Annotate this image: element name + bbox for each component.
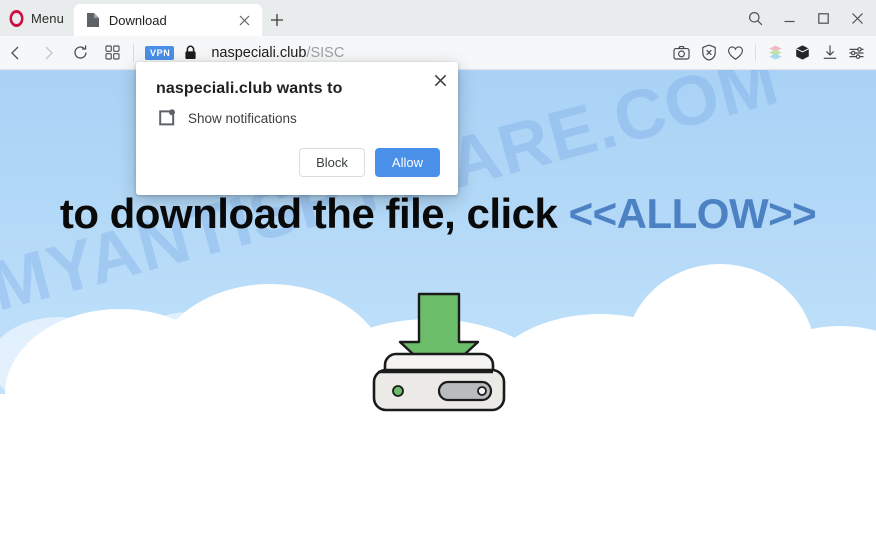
- headline-lead-text: to download the file, click: [59, 190, 558, 237]
- dialog-close-icon[interactable]: [428, 68, 452, 92]
- toolbar-divider: [755, 44, 756, 61]
- address-bar[interactable]: naspeciali.club/SISC: [211, 45, 344, 61]
- maximize-icon[interactable]: [806, 0, 840, 36]
- allow-button[interactable]: Allow: [374, 148, 440, 177]
- nav-divider: [133, 43, 134, 62]
- tab-bar-spacer: [292, 0, 738, 36]
- url-path: /SISC: [306, 44, 345, 61]
- page-headline: to download the file, click <<ALLOW>>: [0, 190, 876, 237]
- snapshot-camera-icon[interactable]: [668, 36, 695, 70]
- ad-blocker-shield-icon[interactable]: [695, 36, 722, 70]
- url-host: naspeciali.club: [211, 44, 307, 61]
- opera-logo-icon: [9, 9, 24, 27]
- notification-bell-icon: [156, 108, 176, 128]
- speed-dial-grid-icon[interactable]: [96, 36, 128, 70]
- back-arrow-icon[interactable]: [0, 36, 32, 70]
- hard-drive-download-icon: [358, 292, 520, 417]
- dialog-actions: Block Allow: [136, 128, 458, 195]
- extension-color-stack-icon[interactable]: [762, 36, 789, 70]
- page-file-icon: [86, 12, 100, 28]
- notification-permission-dialog: naspeciali.club wants to Show notificati…: [136, 62, 458, 195]
- browser-window: Menu Download VPN naspeciali.club/SISC M…: [0, 0, 876, 544]
- dialog-title: naspeciali.club wants to: [156, 80, 343, 97]
- block-button[interactable]: Block: [299, 148, 365, 177]
- downloads-icon[interactable]: [816, 36, 843, 70]
- forward-arrow-icon: [32, 36, 64, 70]
- tab-download[interactable]: Download: [73, 4, 262, 36]
- easy-setup-sliders-icon[interactable]: [843, 36, 870, 70]
- menu-button-label: Menu: [31, 10, 64, 26]
- minimize-icon[interactable]: [772, 0, 806, 36]
- padlock-icon[interactable]: [184, 45, 197, 60]
- new-tab-button[interactable]: [262, 4, 292, 36]
- extension-cube-icon[interactable]: [789, 36, 816, 70]
- headline-allow-text: <<ALLOW>>: [568, 190, 817, 237]
- tab-close-icon[interactable]: [236, 11, 254, 29]
- heart-favorite-icon[interactable]: [722, 36, 749, 70]
- search-icon[interactable]: [738, 0, 772, 36]
- vpn-badge[interactable]: VPN: [145, 45, 175, 60]
- window-controls: [738, 0, 876, 36]
- tab-bar: Menu Download: [0, 0, 876, 36]
- close-window-icon[interactable]: [840, 0, 874, 36]
- tab-title: Download: [108, 12, 167, 28]
- opera-menu-button[interactable]: Menu: [0, 0, 74, 36]
- reload-icon[interactable]: [64, 36, 96, 70]
- browser-toolbar-icons: [668, 36, 876, 70]
- permission-label: Show notifications: [188, 110, 297, 126]
- permission-row: Show notifications: [136, 98, 458, 128]
